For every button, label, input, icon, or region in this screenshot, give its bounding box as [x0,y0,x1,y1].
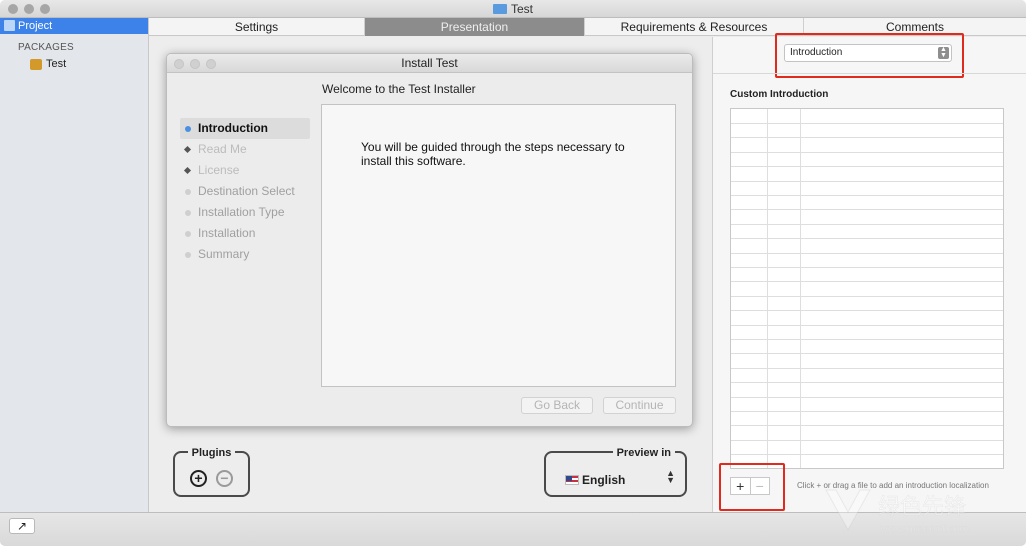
reveal-arrow-button[interactable]: ↗ [9,518,35,534]
bullet-icon [185,252,191,258]
sidebar: Project PACKAGES Test [0,18,149,512]
installer-preview-window: Install Test Welcome to the Test Install… [166,53,693,427]
installer-zoom-icon [206,59,216,69]
go-back-button[interactable]: Go Back [521,397,593,414]
table-row-line [731,339,1003,340]
table-row-line [731,425,1003,427]
table-row-line [731,295,1003,297]
plugins-label: Plugins [187,447,236,459]
bullet-icon [185,210,191,216]
highlight-box-popup [775,33,964,78]
table-column-line [800,109,801,468]
table-row-line [731,367,1003,369]
table-row-line [731,151,1003,153]
table-row-line [731,353,1003,355]
tab-presentation[interactable]: Presentation [365,18,585,36]
step-read-me[interactable]: Read Me [180,139,310,160]
table-row-line [731,267,1003,268]
bullet-icon [185,189,191,195]
table-row-line [731,209,1003,211]
arrow-up-right-icon: ↗ [16,519,28,533]
sidebar-item-package[interactable]: Test [30,58,148,70]
tab-settings[interactable]: Settings [149,18,365,36]
app-window: Test Project PACKAGES Test Settings Pres… [0,0,1026,546]
table-column-line [767,109,768,468]
package-icon [30,59,42,70]
watermark-url: www.greenxf.com [880,524,969,535]
step-installation[interactable]: Installation [180,223,310,244]
table-row-line [731,382,1003,384]
introduction-text: You will be guided through the steps nec… [361,140,625,168]
minus-icon: − [220,470,229,486]
preview-in-label: Preview in [612,447,675,459]
hidden-step-icon [183,145,192,154]
continue-button[interactable]: Continue [603,397,676,414]
table-row-line [731,396,1003,398]
installer-minimize-icon [190,59,200,69]
table-row-line [731,439,1003,441]
custom-introduction-title: Custom Introduction [730,89,829,100]
plugins-group: Plugins + − [173,447,250,497]
packages-header: PACKAGES [18,42,74,53]
table-row-line [731,411,1003,412]
installer-close-icon [174,59,184,69]
tab-requirements-resources[interactable]: Requirements & Resources [585,18,804,36]
right-inspector-panel: Introduction ▲ ▼ Custom Introduction + − C… [712,33,1026,512]
table-row-line [731,195,1003,196]
bullet-icon [185,231,191,237]
step-destination-select[interactable]: Destination Select [180,181,310,202]
installer-welcome-heading: Welcome to the Test Installer [322,82,476,96]
hidden-step-icon [183,166,192,175]
us-flag-icon [565,475,579,485]
chevron-updown-icon[interactable]: ▲ ▼ [666,469,675,485]
preview-in-group: Preview in English ▲ ▼ [544,447,687,497]
presentation-preview-area: Install Test Welcome to the Test Install… [149,37,712,512]
table-row-line [731,252,1003,254]
window-title: Test [0,2,1026,16]
installer-content-pane[interactable]: You will be guided through the steps nec… [321,104,676,387]
step-introduction[interactable]: Introduction [180,118,310,139]
plus-icon: + [194,470,203,486]
table-row-line [731,324,1003,326]
bullet-icon [185,126,191,132]
table-row-line [731,137,1003,139]
table-row-line [731,238,1003,240]
remove-plugin-button[interactable]: − [216,470,233,487]
title-bar: Test [0,0,1026,18]
add-plugin-button[interactable]: + [190,470,207,487]
project-icon [4,20,15,31]
divider [713,73,1026,74]
table-row-line [731,180,1003,182]
watermark-logo: 绿色先锋 www.greenxf.com [825,489,969,535]
installer-steps-list: Introduction Read Me License Destination… [180,118,310,265]
installer-title: Install Test [401,56,458,70]
watermark-text: 绿色先锋 [878,495,966,520]
table-row-line [731,310,1003,312]
installer-title-bar: Install Test [167,54,692,73]
highlight-box-add-remove [719,463,785,511]
preview-language-popup[interactable]: English [582,473,625,487]
localizations-table[interactable] [730,108,1004,469]
table-row-line [731,123,1003,124]
step-installation-type[interactable]: Installation Type [180,202,310,223]
step-license[interactable]: License [180,160,310,181]
table-row-line [731,454,1003,456]
table-row-line [731,166,1003,168]
table-row-line [731,281,1003,283]
sidebar-item-project[interactable]: Project [0,18,148,34]
table-row-line [731,223,1003,225]
document-icon [492,4,507,14]
step-summary[interactable]: Summary [180,244,310,265]
